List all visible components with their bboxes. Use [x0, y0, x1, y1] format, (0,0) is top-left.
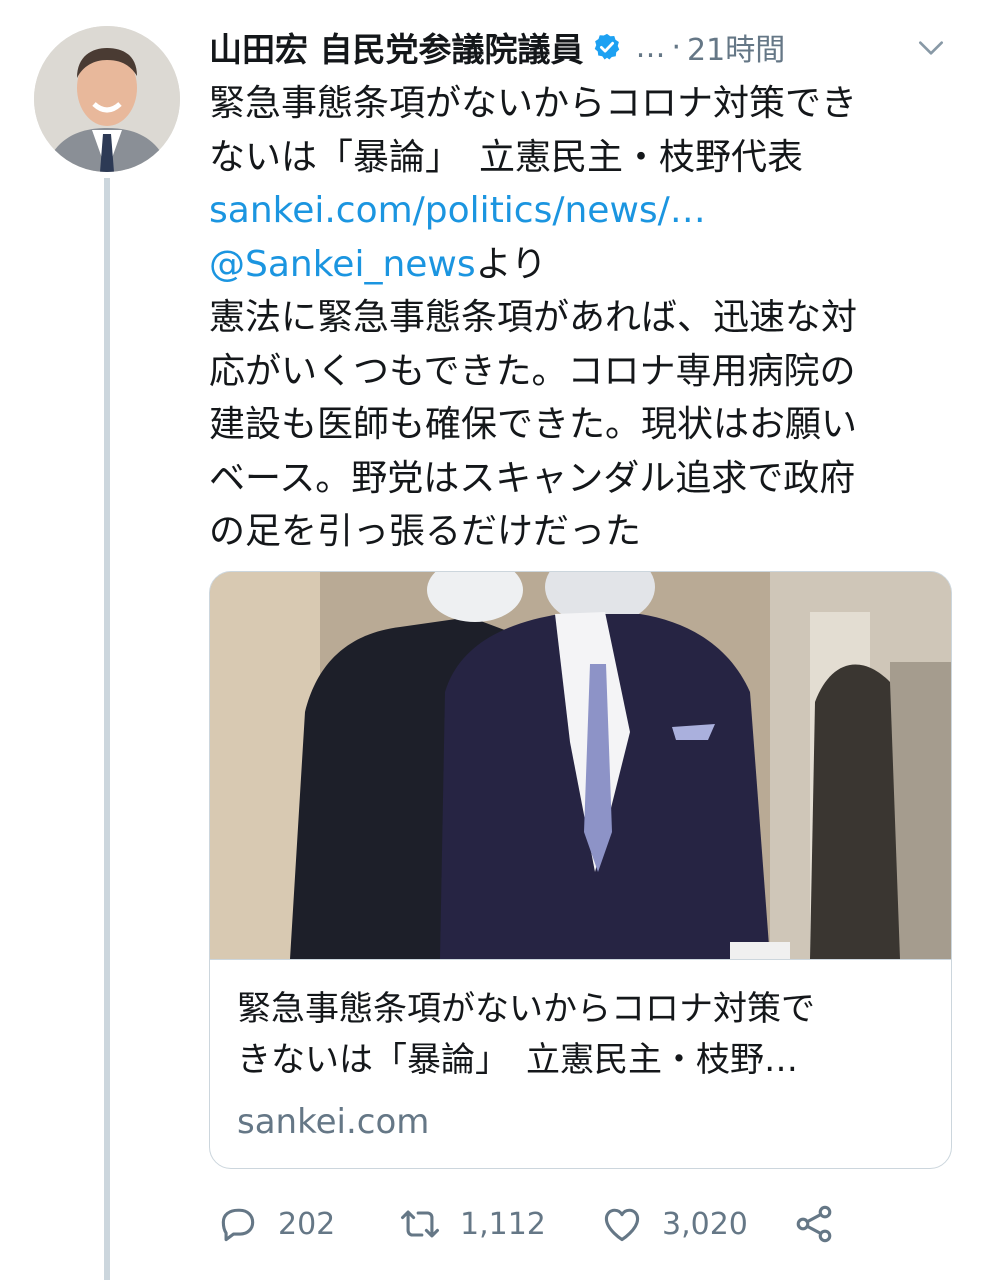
- card-domain: sankei.com: [237, 1102, 430, 1142]
- verified-badge-icon: [594, 33, 619, 60]
- card-image: [210, 572, 951, 960]
- tweet-link[interactable]: sankei.com/politics/news/…: [209, 184, 929, 238]
- separator-dot: ·: [671, 29, 682, 65]
- reply-button[interactable]: 202: [216, 1196, 335, 1252]
- chevron-down-icon[interactable]: [915, 32, 947, 64]
- author-handle[interactable]: …: [636, 30, 666, 65]
- retweet-icon: [401, 1210, 439, 1238]
- tweet-line: 応がいくつもできた。コロナ専用病院の: [209, 350, 856, 392]
- timestamp[interactable]: 21時間: [687, 25, 785, 69]
- tweet-line: 憲法に緊急事態条項があれば、迅速な対: [209, 297, 858, 338]
- like-button[interactable]: 3,020: [600, 1196, 748, 1252]
- thread-line: [104, 178, 110, 1280]
- mention-suffix: より: [475, 243, 547, 285]
- card-title-line: きないは「暴論」 立憲民主・枝野…: [237, 1040, 798, 1080]
- tweet-line: 緊急事態条項がないからコロナ対策でき: [209, 83, 858, 124]
- avatar[interactable]: [34, 26, 180, 172]
- mention-link[interactable]: @Sankei_news: [209, 244, 476, 285]
- mention-line: @Sankei_newsより: [209, 238, 929, 292]
- avatar-photo: [34, 26, 180, 172]
- author-name[interactable]: 山田宏 自民党参議院議員: [209, 23, 584, 71]
- tweet-line: 建設も医師も確保できた。現状はお願い: [209, 404, 858, 445]
- reply-count: 202: [278, 1206, 336, 1242]
- share-button[interactable]: [792, 1196, 836, 1252]
- like-count: 3,020: [662, 1206, 748, 1242]
- tweet-line: ベース。野党はスキャンダル追求で政府: [209, 457, 856, 499]
- retweet-button[interactable]: 1,112: [398, 1196, 546, 1252]
- tweet-line: ないは「暴論」 立憲民主・枝野代表: [209, 136, 804, 178]
- tweet-actions: 202 1,112 3,020: [216, 1196, 856, 1252]
- tweet-line: の足を引っ張るだけだった: [209, 511, 642, 552]
- link-card[interactable]: 緊急事態条項がないからコロナ対策で きないは「暴論」 立憲民主・枝野… sank…: [209, 571, 952, 1169]
- card-title-line: 緊急事態条項がないからコロナ対策で: [237, 989, 815, 1029]
- share-icon: [796, 1205, 832, 1243]
- card-title: 緊急事態条項がないからコロナ対策で きないは「暴論」 立憲民主・枝野…: [237, 984, 927, 1086]
- reply-icon: [221, 1208, 255, 1242]
- heart-icon: [604, 1208, 640, 1242]
- tweet-text: 緊急事態条項がないからコロナ対策でき ないは「暴論」 立憲民主・枝野代表 san…: [209, 77, 929, 559]
- tweet-header: 山田宏 自民党参議院議員 … · 21時間: [209, 22, 949, 72]
- retweet-count: 1,112: [460, 1206, 546, 1242]
